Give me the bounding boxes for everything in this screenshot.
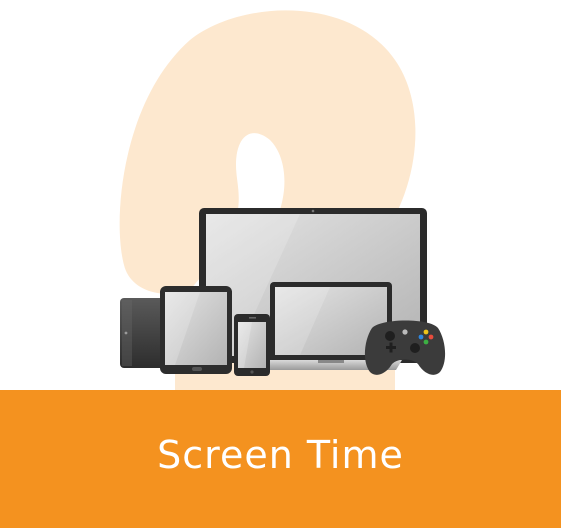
tablet-icon [160,286,232,374]
e-reader-icon [120,298,166,368]
hero-illustration [0,0,561,390]
topic-card[interactable]: Screen Time [0,0,561,528]
card-title: Screen Time [157,433,404,477]
title-banner: Screen Time [0,390,561,528]
smartphone-icon [234,314,270,376]
game-controller-icon [364,320,446,375]
